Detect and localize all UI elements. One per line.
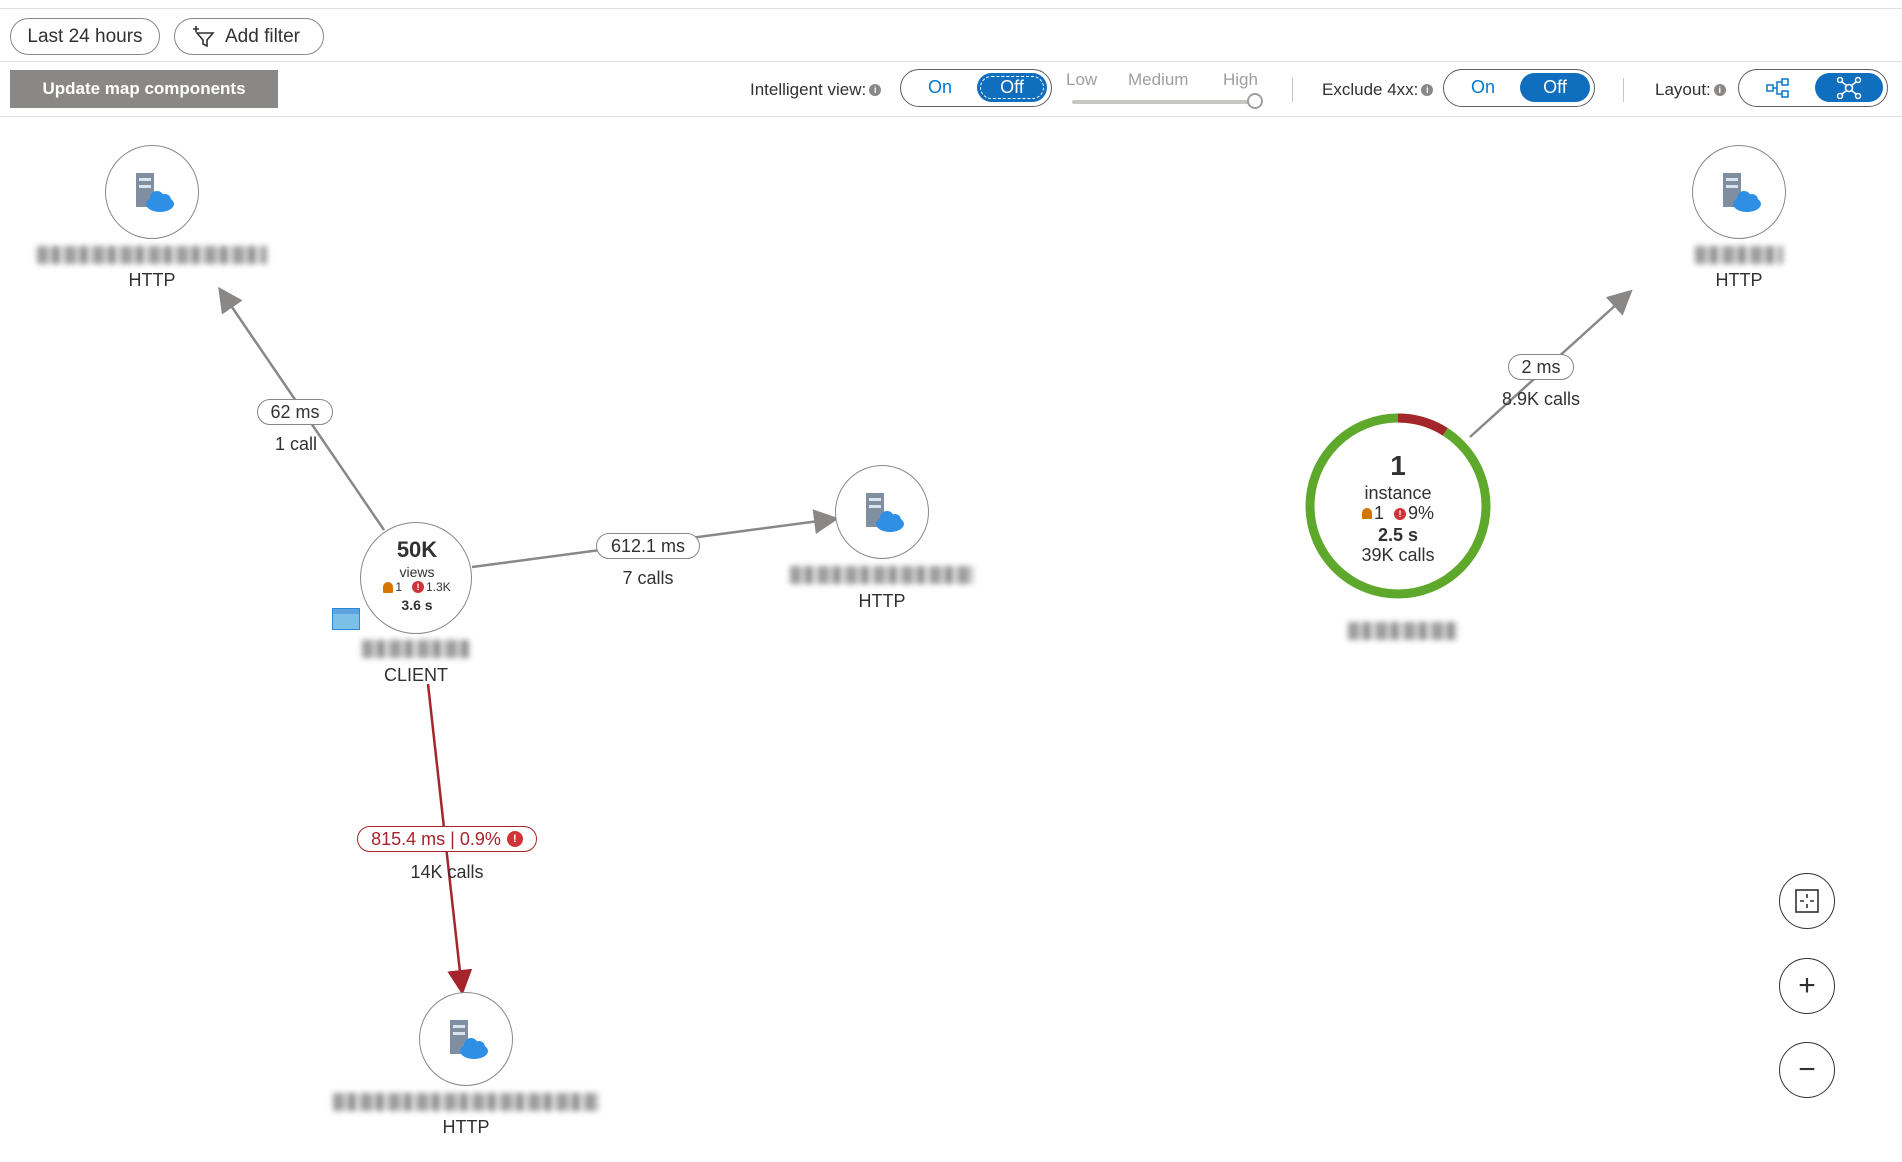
- client-node[interactable]: 50K views 1 ! 1.3K 3.6 s: [360, 522, 472, 634]
- edge-failure-text: 815.4 ms | 0.9%: [371, 828, 501, 849]
- error-icon: !: [1394, 507, 1406, 520]
- edge-call-count: 14K calls: [410, 862, 484, 882]
- error-icon: !: [412, 581, 424, 593]
- http-dependency-node[interactable]: [835, 465, 929, 559]
- client-alert-count: 1: [395, 580, 402, 594]
- client-views-value: 50K: [396, 537, 438, 562]
- instance-unit: instance: [1364, 483, 1432, 503]
- alert-bell-icon: [1361, 508, 1372, 519]
- zoom-in-button[interactable]: +: [1779, 958, 1835, 1014]
- instance-alert-count: 1: [1373, 503, 1384, 523]
- node-type-label: CLIENT: [383, 665, 448, 685]
- redacted-node-name: [37, 246, 267, 264]
- web-server-cloud-icon: [450, 1020, 488, 1059]
- zoom-out-button[interactable]: −: [1779, 1042, 1835, 1098]
- redacted-node-name: [790, 566, 974, 584]
- instance-count: 1: [1390, 450, 1406, 481]
- app-instance-node[interactable]: 1 instance 1 ! 9% 2.5 s 39K calls: [1302, 410, 1494, 602]
- client-duration: 3.6 s: [401, 597, 433, 613]
- edge-call-count: 8.9K calls: [1501, 389, 1581, 409]
- instance-calls: 39K calls: [1361, 545, 1435, 565]
- edge-duration-pill[interactable]: 2 ms: [1508, 354, 1574, 380]
- fit-view-icon: [1795, 889, 1819, 913]
- edge-duration-pill[interactable]: 612.1 ms: [596, 533, 700, 559]
- browser-window-icon: [332, 608, 360, 630]
- instance-duration: 2.5 s: [1377, 525, 1419, 545]
- http-dependency-node[interactable]: [1692, 145, 1786, 239]
- web-server-cloud-icon: [866, 493, 904, 532]
- fit-to-screen-button[interactable]: [1779, 873, 1835, 929]
- edge-duration-pill[interactable]: 62 ms: [257, 399, 333, 425]
- redacted-node-name: [1695, 246, 1783, 264]
- application-map-canvas[interactable]: HTTP HTTP HTTP HTTP 50K views 1 ! 1.3K 3…: [0, 0, 1902, 1137]
- instance-error-rate: 9%: [1408, 503, 1435, 523]
- redacted-node-name: [1348, 622, 1458, 640]
- edge-call-count: 7 calls: [622, 568, 674, 588]
- alert-bell-icon: [383, 581, 394, 593]
- web-server-cloud-icon: [1723, 173, 1761, 212]
- node-type-label: HTTP: [442, 1117, 490, 1137]
- edge-call-count: 1 call: [274, 434, 318, 454]
- client-alerts-row: 1 ! 1.3K: [361, 580, 473, 594]
- client-views-unit: views: [399, 564, 435, 580]
- client-error-count: 1.3K: [426, 580, 451, 594]
- web-server-cloud-icon: [136, 173, 174, 212]
- node-type-label: HTTP: [1715, 270, 1763, 290]
- redacted-node-name: [362, 640, 470, 658]
- http-dependency-node[interactable]: [419, 992, 513, 1086]
- instance-alerts-row: 1 ! 9%: [1302, 503, 1494, 524]
- redacted-node-name: [333, 1093, 599, 1111]
- node-type-label: HTTP: [128, 270, 176, 290]
- node-type-label: HTTP: [858, 591, 906, 611]
- http-dependency-node[interactable]: [105, 145, 199, 239]
- edge-failure-pill[interactable]: 815.4 ms | 0.9% !: [357, 826, 537, 852]
- error-icon: !: [506, 831, 523, 847]
